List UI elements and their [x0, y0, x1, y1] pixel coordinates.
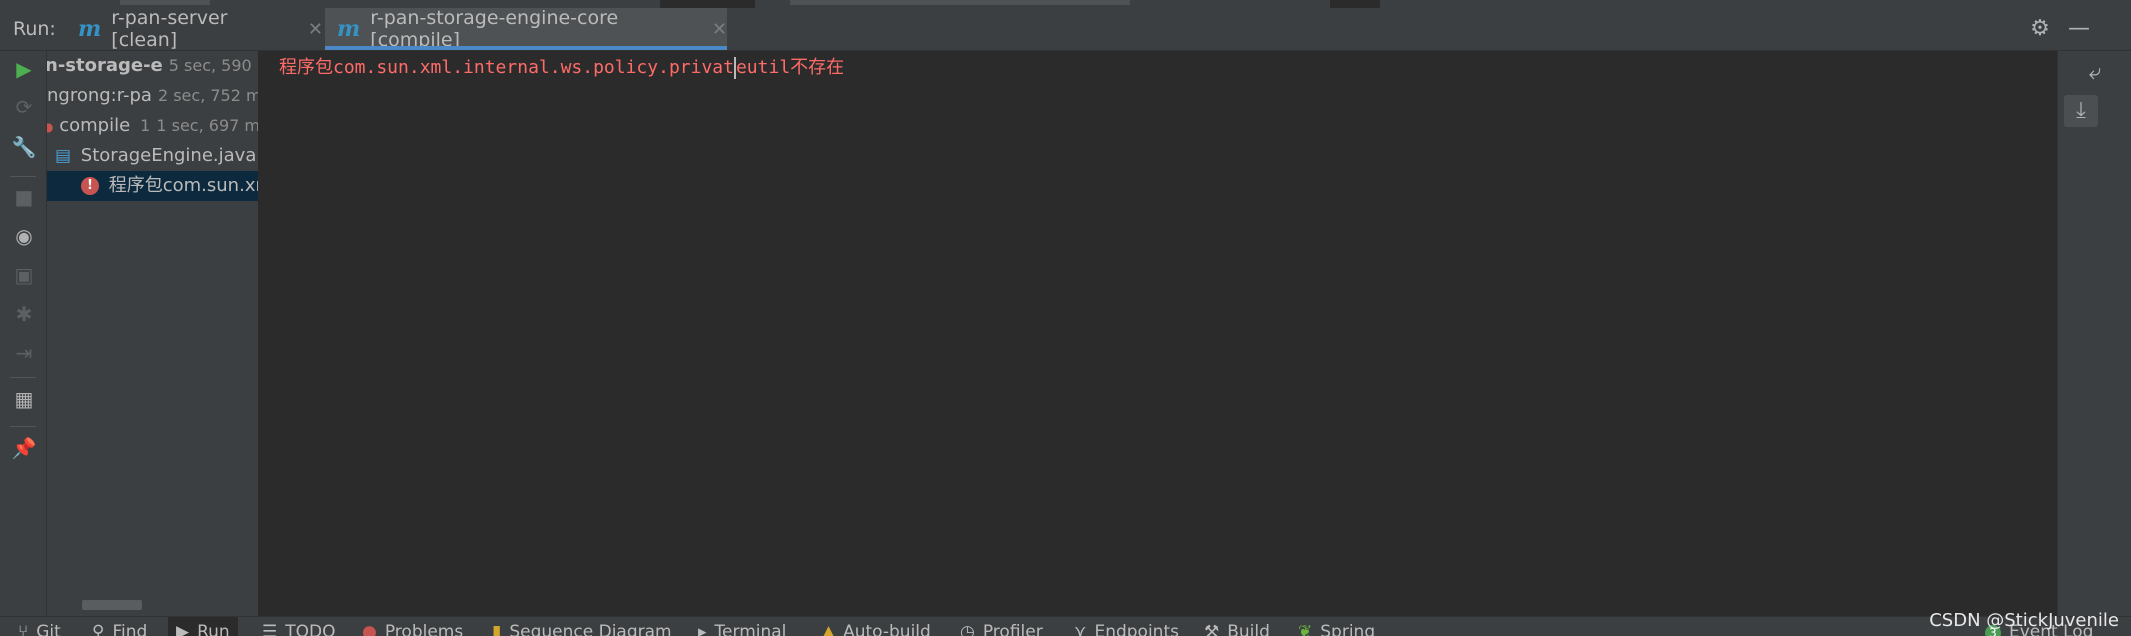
- sequence-diagram-button[interactable]: ▮ Sequence Diagram: [492, 622, 672, 636]
- endpoints-button[interactable]: ⋎ Endpoints: [1074, 622, 1179, 636]
- hammer-icon: ⚒: [1204, 622, 1220, 636]
- tab-label: r-pan-storage-engine-core [compile]: [370, 7, 619, 51]
- rerun-icon[interactable]: ▶: [11, 56, 37, 82]
- wrench-icon[interactable]: 🔧: [11, 134, 37, 160]
- run-button[interactable]: ▶ Run: [168, 617, 238, 636]
- tab-label: r-pan-server [clean]: [111, 7, 228, 51]
- console-right-toolbar: ⤶ ⤓: [2057, 51, 2131, 616]
- layout-icon[interactable]: ▦: [11, 386, 37, 412]
- terminal-icon: ▸: [698, 622, 707, 636]
- tree-row[interactable]: n-storage-e5 sec, 590 ms: [47, 51, 258, 81]
- watermark: CSDN @StickJuvenile: [1929, 610, 2119, 631]
- profiler-icon: ◷: [960, 622, 975, 636]
- run-tool-window-header: Run: m r-pan-server [clean] ✕ m r-pan-st…: [0, 7, 2131, 51]
- git-icon: ⑂: [18, 622, 29, 636]
- tree-row-selected[interactable]: ! 程序包com.sun.xm: [47, 171, 258, 201]
- run-icon: ▶: [176, 622, 190, 636]
- scroll-to-end-icon[interactable]: ⤓: [2064, 95, 2098, 127]
- camera-icon[interactable]: ▣: [11, 262, 37, 288]
- maven-icon: m: [337, 16, 361, 42]
- run-label: Run:: [13, 18, 56, 40]
- warning-icon: ▲: [822, 622, 836, 636]
- problems-icon: ●: [362, 622, 377, 636]
- spring-button[interactable]: ❦ Spring: [1298, 622, 1375, 636]
- maven-icon: m: [78, 16, 102, 42]
- profiler-button[interactable]: ◷ Profiler: [960, 622, 1043, 636]
- login-icon[interactable]: ⇥: [11, 340, 37, 366]
- tree-row[interactable]: ngrong:r-pa 2 sec, 752 ms: [47, 81, 258, 111]
- auto-build-button[interactable]: ▲ Auto-build: [822, 622, 931, 636]
- terminal-button[interactable]: ▸ Terminal: [698, 622, 786, 636]
- tab-r-pan-storage-engine-core-compile[interactable]: m r-pan-storage-engine-core [compile] ✕: [325, 7, 727, 51]
- tool-window-bar: ⑂ Git ⚲ Find ▶ Run ☰ TODO ● Problems ▮ Sequenc…: [0, 616, 2131, 636]
- soft-wrap-icon[interactable]: ⤶: [2058, 57, 2131, 89]
- endpoints-icon: ⋎: [1074, 622, 1087, 636]
- debug-gear-icon[interactable]: ✱: [11, 301, 37, 327]
- gear-icon[interactable]: ⚙: [2027, 16, 2053, 42]
- todo-button[interactable]: ☰ TODO: [262, 622, 336, 636]
- horizontal-scrollbar[interactable]: [82, 600, 142, 610]
- editor-top-strip: [0, 0, 2131, 8]
- tree-row[interactable]: ● compile11 sec, 697 ms: [47, 111, 258, 141]
- pin-icon[interactable]: 📌: [11, 435, 37, 461]
- console-output[interactable]: 程序包com.sun.xml.internal.ws.policy.privat…: [259, 51, 2056, 616]
- list-icon: ☰: [262, 622, 278, 636]
- error-icon: !: [81, 177, 99, 195]
- error-message: 程序包com.sun.xml.internal.ws.policy.privat…: [279, 57, 845, 79]
- close-icon[interactable]: ✕: [712, 19, 727, 40]
- eye-icon[interactable]: ◉: [11, 223, 37, 249]
- minimize-icon[interactable]: —: [2066, 16, 2092, 42]
- sequence-icon: ▮: [492, 622, 502, 636]
- rerun-failed-icon[interactable]: ⟳: [11, 94, 37, 120]
- tree-row[interactable]: ▤ StorageEngine.javas: [47, 141, 258, 171]
- spring-icon: ❦: [1298, 622, 1313, 636]
- build-button[interactable]: ⚒ Build: [1204, 622, 1270, 636]
- git-button[interactable]: ⑂ Git: [18, 622, 61, 636]
- build-tree: n-storage-e5 sec, 590 ms ngrong:r-pa2 se…: [47, 51, 259, 616]
- java-file-icon: ▤: [55, 146, 72, 166]
- tab-r-pan-server-clean[interactable]: m r-pan-server [clean] ✕: [70, 7, 323, 51]
- run-left-toolbar: ▶ ⟳ 🔧 ■ ◉ ▣ ✱ ⇥ ▦ 📌: [0, 51, 47, 616]
- problems-button[interactable]: ● Problems: [362, 622, 463, 636]
- find-button[interactable]: ⚲ Find: [92, 622, 147, 636]
- error-icon: ●: [47, 120, 53, 134]
- close-icon[interactable]: ✕: [308, 19, 323, 40]
- stop-icon[interactable]: ■: [11, 184, 37, 210]
- search-icon: ⚲: [92, 622, 105, 636]
